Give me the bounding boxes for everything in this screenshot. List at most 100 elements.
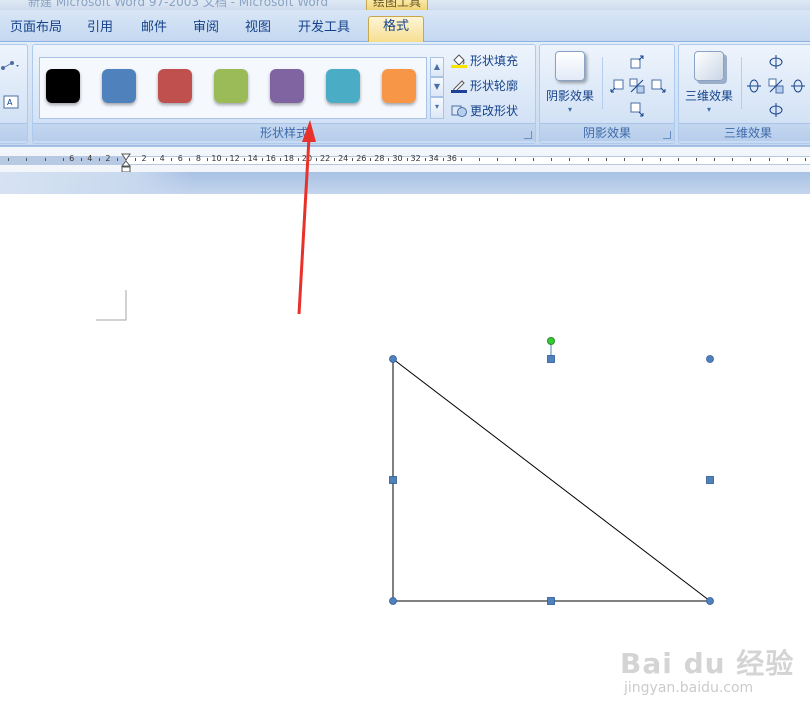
ruler-tick xyxy=(804,158,806,161)
tab-page-layout[interactable]: 页面布局 xyxy=(6,18,66,40)
shadow-effects-icon xyxy=(555,51,585,81)
edit-points-icon[interactable] xyxy=(0,59,21,73)
shadow-effects-group-label: 阴影效果 xyxy=(540,123,674,141)
shadow-effects-button[interactable]: 阴影效果 ▾ xyxy=(540,49,600,119)
rotation-handle[interactable] xyxy=(547,337,555,345)
3d-effects-icon xyxy=(694,51,724,81)
tab-mailings[interactable]: 邮件 xyxy=(134,18,174,40)
tilt-right-icon[interactable] xyxy=(789,77,807,95)
dropdown-arrow-icon: ▾ xyxy=(567,105,572,114)
shape-style-swatch-green[interactable] xyxy=(214,69,248,103)
shape-outline-label: 形状轮廓 xyxy=(470,79,519,93)
ruler-tick xyxy=(569,158,571,161)
ruler-background-band xyxy=(0,172,810,194)
nudge-shadow-left-icon[interactable] xyxy=(608,77,626,95)
nudge-shadow-down-icon[interactable] xyxy=(628,101,646,119)
shape-style-swatch-red[interactable] xyxy=(158,69,192,103)
tilt-down-icon[interactable] xyxy=(767,101,785,119)
paint-bucket-icon xyxy=(451,54,467,68)
tilt-left-icon[interactable] xyxy=(745,77,763,95)
resize-handle-bottom-right[interactable] xyxy=(706,597,714,605)
context-tab-group-label: 绘图工具 xyxy=(373,0,422,9)
ruler-tick xyxy=(605,158,607,161)
title-bar: 新建 Microsoft Word 97-2003 文档 - Microsoft… xyxy=(0,0,810,10)
window-title: 新建 Microsoft Word 97-2003 文档 - Microsoft… xyxy=(28,0,329,9)
ruler-tick xyxy=(641,158,643,161)
gallery-scroll-down-button[interactable]: ▼ xyxy=(430,77,444,97)
resize-handle-right[interactable] xyxy=(706,476,714,484)
ribbon-group-shadow-effects: 阴影效果 ▾ 阴影效果 xyxy=(539,44,675,144)
ruler-label: 12 xyxy=(229,154,240,163)
shape-fill-button[interactable]: 形状填充 ▾ xyxy=(451,51,545,71)
tab-references[interactable]: 引用 xyxy=(80,18,120,40)
shape-style-swatch-aqua[interactable] xyxy=(326,69,360,103)
nudge-shadow-up-icon[interactable] xyxy=(628,53,646,71)
ruler-label: 14 xyxy=(247,154,258,163)
shape-style-swatch-black[interactable] xyxy=(46,69,80,103)
ruler-tick xyxy=(406,158,408,161)
ruler-label: 10 xyxy=(211,154,222,163)
indent-marker-icon[interactable] xyxy=(121,153,131,173)
dialog-launcher-icon[interactable] xyxy=(663,131,671,139)
ruler-label: 30 xyxy=(392,154,403,163)
3d-effects-button[interactable]: 三维效果 ▾ xyxy=(679,49,739,119)
3d-on-off-icon[interactable] xyxy=(767,77,785,95)
dialog-launcher-icon[interactable] xyxy=(524,131,532,139)
ruler-tick xyxy=(44,158,46,161)
resize-handle-top[interactable] xyxy=(547,355,555,363)
change-shape-button[interactable]: 更改形状 ▾ xyxy=(451,101,545,121)
tab-view[interactable]: 视图 xyxy=(238,18,278,40)
ruler-label: 28 xyxy=(374,154,385,163)
ribbon-group-3d-effects: 三维效果 ▾ 三维效果 xyxy=(678,44,810,144)
ruler-tick xyxy=(225,158,227,161)
tab-review[interactable]: 审阅 xyxy=(186,18,226,40)
shape-styles-group-label: 形状样式 xyxy=(33,123,535,141)
resize-handle-left[interactable] xyxy=(389,476,397,484)
ruler-tick xyxy=(62,158,64,161)
watermark-url: jingyan.baidu.com xyxy=(624,680,754,696)
ruler-tick xyxy=(659,158,661,161)
ruler-label: 32 xyxy=(410,154,421,163)
ruler-label: 6 xyxy=(177,154,183,163)
tilt-up-icon[interactable] xyxy=(767,53,785,71)
shape-style-gallery xyxy=(39,57,427,119)
change-shape-icon xyxy=(451,105,467,117)
ruler-tick xyxy=(533,158,535,161)
gallery-more-button[interactable]: ▾ xyxy=(430,97,444,119)
ruler-tick xyxy=(478,158,480,161)
ruler-label: 6 xyxy=(69,154,75,163)
resize-handle-top-left[interactable] xyxy=(389,355,397,363)
ruler-tick xyxy=(243,158,245,161)
shadow-effects-label: 阴影效果 xyxy=(545,89,594,103)
shape-outline-button[interactable]: 形状轮廓 ▾ xyxy=(451,76,545,96)
svg-text:A: A xyxy=(7,98,13,107)
ruler-tick xyxy=(678,158,680,161)
resize-handle-bottom[interactable] xyxy=(547,597,555,605)
shape-style-swatch-orange[interactable] xyxy=(382,69,416,103)
ruler-label: 22 xyxy=(320,154,331,163)
ruler-tick xyxy=(116,158,118,161)
ruler-tick xyxy=(297,158,299,161)
ruler-tick xyxy=(207,158,209,161)
change-shape-label: 更改形状 xyxy=(470,104,519,118)
shape-style-swatch-blue[interactable] xyxy=(102,69,136,103)
ruler-tick xyxy=(551,158,553,161)
ruler-tick xyxy=(189,158,191,161)
shadow-on-off-icon[interactable] xyxy=(628,77,646,95)
ruler-label: 2 xyxy=(141,154,147,163)
nudge-shadow-right-icon[interactable] xyxy=(650,77,668,95)
resize-handle-top-right[interactable] xyxy=(706,355,714,363)
shape-style-swatch-purple[interactable] xyxy=(270,69,304,103)
3d-effects-group-label: 三维效果 xyxy=(679,123,810,141)
resize-handle-bottom-left[interactable] xyxy=(389,597,397,605)
text-box-icon[interactable]: A xyxy=(3,95,19,109)
tab-developer[interactable]: 开发工具 xyxy=(292,18,356,40)
ribbon-tab-row: 页面布局 引用 邮件 审阅 视图 开发工具 格式 xyxy=(0,10,810,43)
tab-format[interactable]: 格式 xyxy=(368,16,424,43)
horizontal-ruler[interactable]: 6 4 2 2 4 6 8 10 12 14 16 18 20 22 24 26 28 30 32 34 36 xyxy=(0,146,810,173)
gallery-scroll-up-button[interactable]: ▲ xyxy=(430,57,444,77)
ruler-label: 4 xyxy=(159,154,165,163)
ruler-tick xyxy=(80,158,82,161)
ruler-tick xyxy=(424,158,426,161)
ruler-tick xyxy=(8,158,10,161)
